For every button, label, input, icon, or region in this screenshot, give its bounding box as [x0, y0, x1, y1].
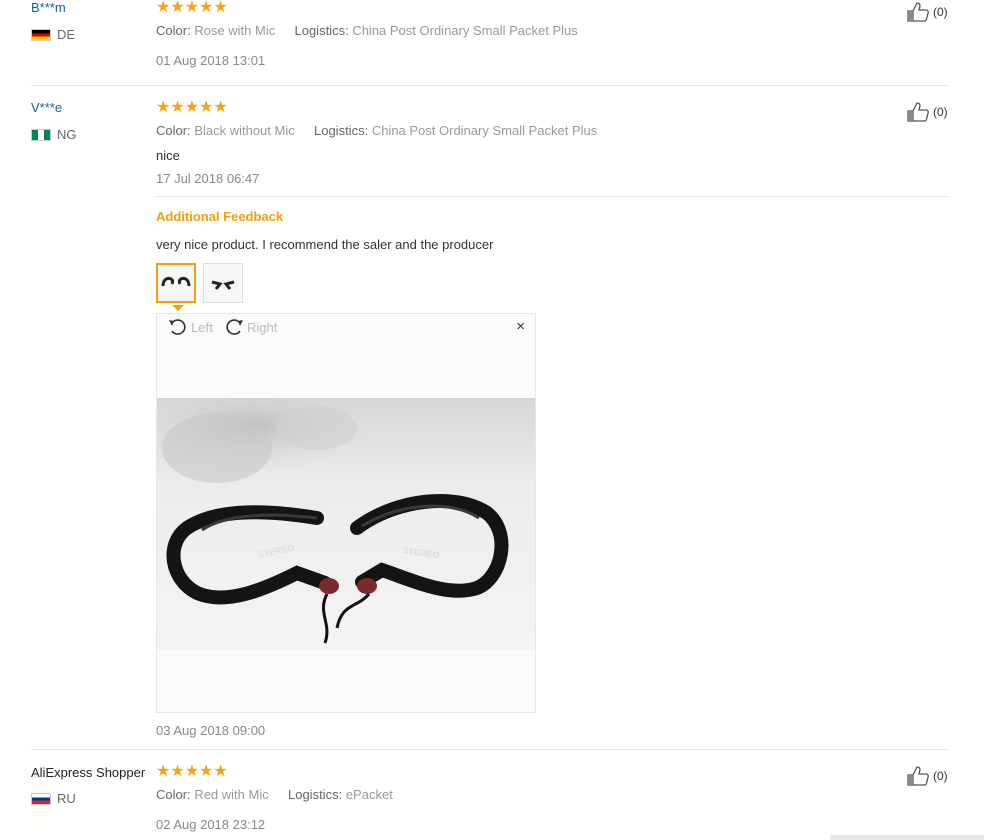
photo-viewer: Left Right × STEREO STEREO	[156, 313, 536, 713]
thumbs-up-icon	[907, 102, 929, 122]
review-date: 02 Aug 2018 23:12	[156, 817, 266, 832]
thumbs-up-icon	[907, 766, 929, 786]
review-photo: STEREO STEREO	[157, 398, 535, 650]
helpful-button[interactable]: (0)	[907, 766, 948, 786]
additional-feedback-heading: Additional Feedback	[156, 209, 284, 224]
divider	[31, 749, 950, 750]
review-date: 17 Jul 2018 06:47	[156, 171, 260, 186]
horizontal-scrollbar[interactable]	[830, 835, 984, 840]
reviewer-name: AliExpress Shopper	[31, 765, 146, 780]
reviewer-country: RU	[31, 791, 76, 806]
flag-ng-icon	[31, 128, 51, 141]
flag-ru-icon	[31, 792, 51, 805]
star-rating: ★★★★★	[156, 763, 228, 780]
review-attributes: Color: Black without Mic Logistics: Chin…	[156, 123, 597, 138]
divider	[156, 196, 950, 197]
color-label: Color:	[156, 787, 191, 802]
review-text: nice	[156, 148, 180, 163]
logistics-label: Logistics:	[313, 123, 369, 138]
earphones-photo: STEREO STEREO	[157, 398, 535, 650]
close-viewer-button[interactable]: ×	[516, 318, 525, 335]
flag-de-icon	[31, 28, 51, 41]
color-value: Rose with Mic	[194, 23, 276, 38]
review-date: 01 Aug 2018 13:01	[156, 53, 266, 68]
divider	[31, 85, 950, 86]
helpful-count: (0)	[933, 769, 948, 783]
star-rating: ★★★★★	[156, 0, 228, 16]
rotate-right-button[interactable]: Right	[223, 317, 277, 337]
reviewer-name[interactable]: V***e	[31, 100, 62, 115]
logistics-value: China Post Ordinary Small Packet Plus	[352, 23, 578, 38]
country-code: DE	[57, 27, 76, 42]
reviewer-country: DE	[31, 27, 75, 42]
reviewer-name[interactable]: B***m	[31, 0, 66, 15]
review-attributes: Color: Rose with Mic Logistics: China Po…	[156, 23, 578, 38]
earphones-thumbnail-icon	[211, 280, 235, 290]
color-label: Color:	[156, 23, 191, 38]
country-code: NG	[57, 127, 77, 142]
helpful-button[interactable]: (0)	[907, 2, 948, 22]
logistics-label: Logistics:	[287, 787, 343, 802]
photo-thumbnail[interactable]	[203, 263, 243, 303]
additional-feedback-date: 03 Aug 2018 09:00	[156, 723, 266, 738]
logistics-value: China Post Ordinary Small Packet Plus	[371, 123, 598, 138]
rotate-left-label: Left	[191, 319, 213, 335]
earphones-thumbnail-icon	[161, 276, 191, 287]
review-attributes: Color: Red with Mic Logistics: ePacket	[156, 787, 393, 802]
color-value: Red with Mic	[194, 787, 269, 802]
helpful-count: (0)	[933, 105, 948, 119]
rotate-left-icon	[169, 319, 186, 335]
thumbs-up-icon	[907, 2, 929, 22]
color-value: Black without Mic	[194, 123, 295, 138]
logistics-value: ePacket	[345, 787, 393, 802]
helpful-count: (0)	[933, 5, 948, 19]
thumbnail-pointer	[172, 305, 184, 311]
helpful-button[interactable]: (0)	[907, 102, 948, 122]
photo-thumbnail[interactable]	[156, 263, 196, 303]
color-label: Color:	[156, 123, 191, 138]
country-code: RU	[57, 791, 76, 806]
star-rating: ★★★★★	[156, 99, 228, 116]
rotate-left-button[interactable]: Left	[167, 317, 213, 337]
reviewer-country: NG	[31, 127, 77, 142]
rotate-right-icon	[226, 319, 243, 335]
additional-feedback-text: very nice product. I recommend the saler…	[156, 237, 494, 252]
logistics-label: Logistics:	[294, 23, 349, 38]
rotate-right-label: Right	[247, 319, 278, 335]
